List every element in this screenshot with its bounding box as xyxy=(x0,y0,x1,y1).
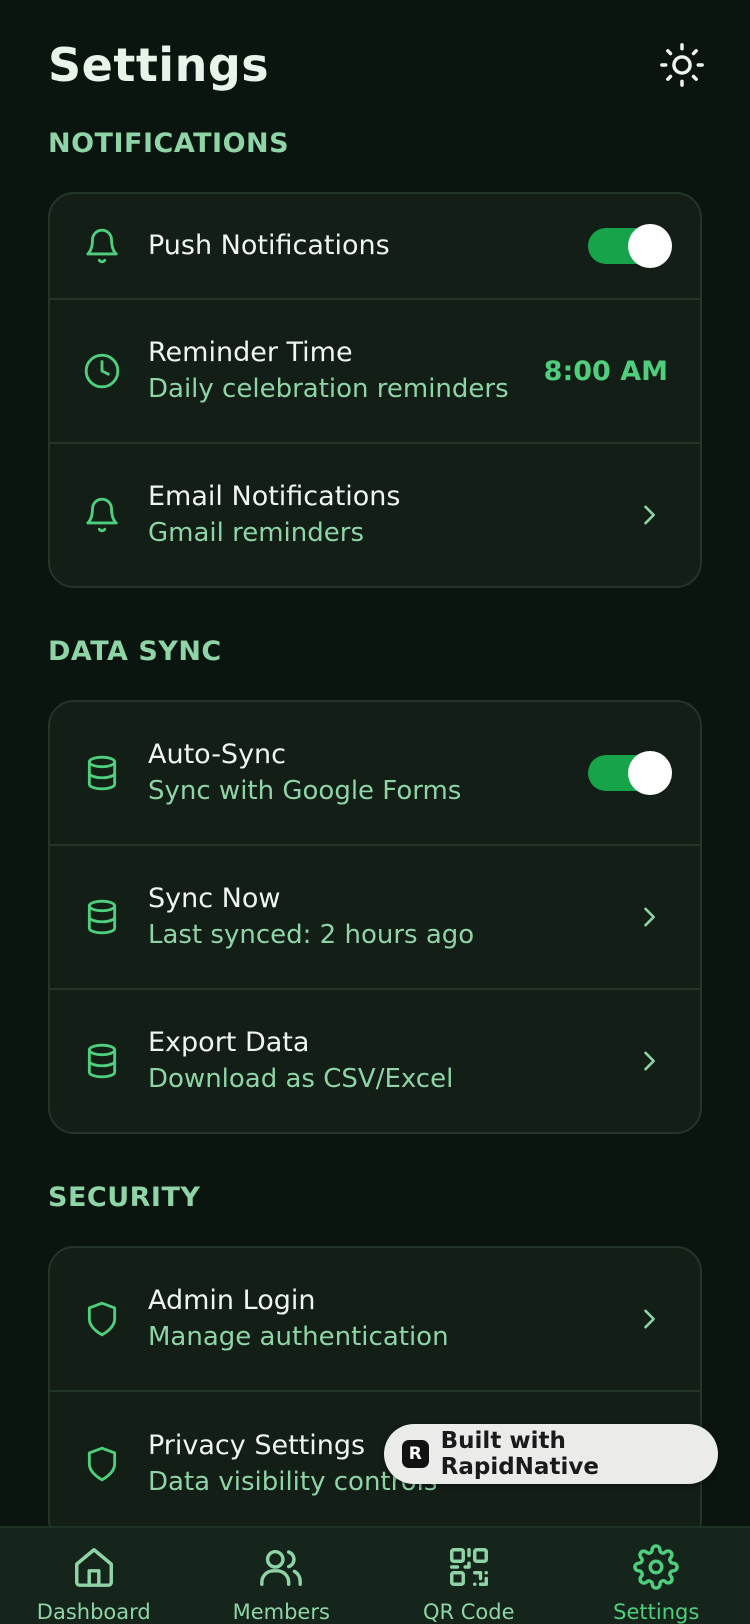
chevron-right-icon xyxy=(644,907,655,927)
push-notifications-toggle[interactable] xyxy=(588,224,672,268)
row-export-data[interactable]: Export Data Download as CSV/Excel xyxy=(50,990,700,1132)
toggle-knob xyxy=(628,224,672,268)
row-subtitle: Last synced: 2 hours ago xyxy=(148,920,475,950)
page-title: Settings xyxy=(48,38,270,92)
sun-icon xyxy=(660,43,704,87)
theme-toggle-button[interactable] xyxy=(658,41,706,89)
row-label: Admin Login xyxy=(148,1285,316,1316)
row-subtitle: Download as CSV/Excel xyxy=(148,1064,454,1094)
row-label: Export Data xyxy=(148,1027,310,1058)
tab-label: Dashboard xyxy=(36,1600,151,1624)
database-icon xyxy=(87,1043,117,1079)
toggle-knob xyxy=(628,751,672,795)
section-title-notifications: NOTIFICATIONS xyxy=(48,128,290,159)
row-label: Push Notifications xyxy=(148,230,390,261)
bell-icon xyxy=(86,228,118,264)
badge-text: Built with RapidNative xyxy=(440,1428,599,1480)
row-subtitle: Daily celebration reminders xyxy=(148,374,509,404)
row-reminder-time[interactable]: Reminder Time Daily celebration reminder… xyxy=(50,300,700,444)
qr-code-icon xyxy=(449,1548,488,1586)
clock-icon xyxy=(84,353,120,389)
row-label: Sync Now xyxy=(148,883,281,914)
row-sync-now[interactable]: Sync Now Last synced: 2 hours ago xyxy=(50,846,700,990)
database-icon xyxy=(87,755,117,791)
row-admin-login[interactable]: Admin Login Manage authentication xyxy=(50,1248,700,1392)
tab-label: QR Code xyxy=(422,1600,515,1624)
tab-settings[interactable]: Settings xyxy=(563,1528,750,1624)
notifications-card: Push Notifications Reminder Time Daily c… xyxy=(48,192,702,588)
header: Settings xyxy=(48,30,704,100)
row-label: Auto-Sync xyxy=(148,739,287,770)
reminder-time-value: 8:00 AM xyxy=(543,355,668,387)
row-label: Reminder Time xyxy=(148,337,353,368)
row-subtitle: Sync with Google Forms xyxy=(148,776,462,806)
chevron-right-icon xyxy=(644,1309,655,1329)
security-card: Admin Login Manage authentication Privac… xyxy=(48,1246,702,1546)
rapidnative-logo-icon: R xyxy=(402,1440,429,1468)
section-title-security: SECURITY xyxy=(48,1182,201,1213)
tab-label: Members xyxy=(232,1600,330,1624)
home-icon xyxy=(74,1548,113,1587)
row-push-notifications[interactable]: Push Notifications xyxy=(50,194,700,300)
row-label: Email Notifications xyxy=(148,481,401,512)
bell-icon xyxy=(86,497,118,533)
row-auto-sync[interactable]: Auto-Sync Sync with Google Forms xyxy=(50,702,700,846)
bottom-tab-bar: Dashboard Members QR Code Settings xyxy=(0,1526,750,1624)
built-with-badge[interactable]: R Built with RapidNative xyxy=(384,1424,718,1484)
auto-sync-toggle[interactable] xyxy=(588,751,672,795)
row-subtitle: Gmail reminders xyxy=(148,518,364,548)
tab-qr-code[interactable]: QR Code xyxy=(375,1528,563,1624)
chevron-right-icon xyxy=(644,505,655,525)
data-sync-card: Auto-Sync Sync with Google Forms Sync No… xyxy=(48,700,702,1134)
shield-icon xyxy=(87,1446,117,1482)
gear-icon xyxy=(633,1544,680,1590)
row-subtitle: Manage authentication xyxy=(148,1322,449,1352)
tab-members[interactable]: Members xyxy=(188,1528,376,1624)
tab-label: Settings xyxy=(613,1600,700,1624)
chevron-right-icon xyxy=(644,1051,655,1071)
tab-dashboard[interactable]: Dashboard xyxy=(0,1528,188,1624)
row-email-notifications[interactable]: Email Notifications Gmail reminders xyxy=(50,444,700,586)
section-title-data-sync: DATA SYNC xyxy=(48,636,222,667)
users-icon xyxy=(260,1549,303,1586)
database-icon xyxy=(87,899,117,935)
shield-icon xyxy=(87,1301,117,1337)
